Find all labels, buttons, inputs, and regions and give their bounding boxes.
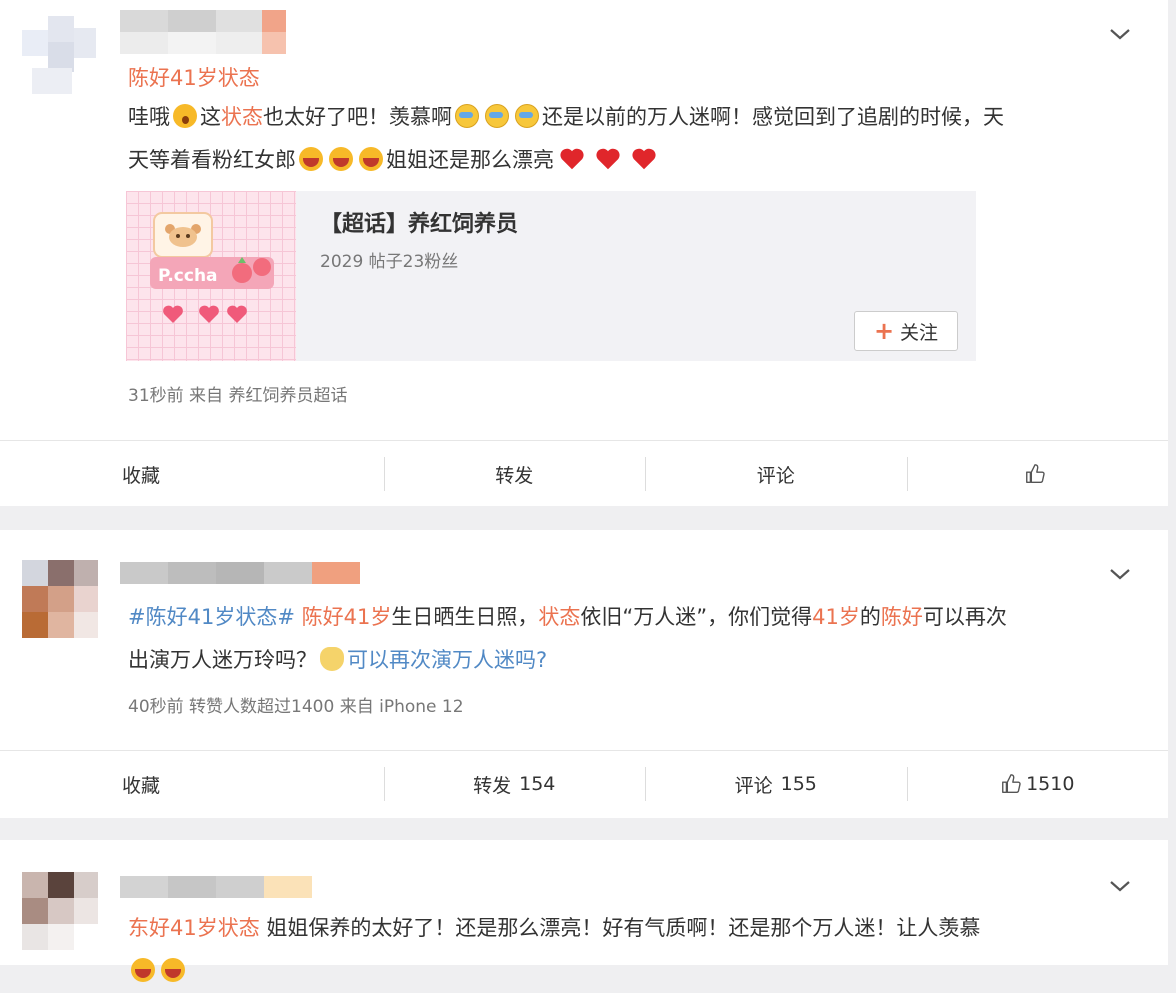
repost-button[interactable]: 转发 — [383, 441, 646, 507]
favorite-label: 收藏 — [122, 774, 161, 797]
user-name[interactable] — [120, 10, 286, 32]
post-card-1: 陈好41岁状态 哇哦 这状态也太好了吧！羡慕啊 还是以前的万人迷啊！感觉回到了追剧的… — [0, 0, 1168, 506]
action-bar: 收藏 转发 154 评论 155 1510 — [0, 750, 1168, 817]
chevron-down-icon[interactable] — [1108, 874, 1132, 898]
doge-emoji-icon — [320, 647, 344, 671]
avatar[interactable] — [22, 560, 98, 648]
action-bar: 收藏 转发 评论 — [0, 440, 1168, 507]
post-text: #陈好41岁状态# 陈好41岁生日晒生日照，状态依旧“万人迷”，你们觉得41岁的… — [128, 605, 1007, 672]
highlight-keyword[interactable]: 状态 — [538, 605, 580, 629]
plus-icon: + — [873, 317, 895, 345]
follow-label: 关注 — [900, 321, 939, 344]
super-topic-card[interactable]: P.ccha 【超话】养红饲养员 2029 帖子23粉丝 + 关注 — [126, 191, 976, 361]
thumbs-up-icon — [1002, 774, 1021, 793]
repost-label: 转发 — [473, 774, 512, 797]
laughing-emoji-icon — [359, 147, 383, 171]
poll-link[interactable]: 可以再次演万人迷吗? — [347, 648, 547, 672]
heart-icon — [560, 148, 584, 170]
repost-button[interactable]: 转发 154 — [383, 751, 646, 817]
comment-button[interactable]: 评论 155 — [645, 751, 907, 817]
repost-count: 154 — [519, 773, 556, 795]
highlight-keyword[interactable]: 陈好41岁 — [302, 605, 392, 629]
user-name[interactable] — [120, 876, 312, 898]
user-name[interactable] — [120, 562, 360, 584]
avatar[interactable] — [22, 8, 98, 96]
comment-label: 评论 — [734, 774, 773, 797]
post-meta: 40秒前 转赞人数超过1400 来自 iPhone 12 — [128, 697, 464, 717]
highlight-keyword[interactable]: 41岁 — [812, 605, 860, 629]
post-text: 哇哦 这状态也太好了吧！羡慕啊 还是以前的万人迷啊！感觉回到了追剧的时候，天 天等着… — [128, 104, 1004, 172]
like-button[interactable]: 1510 — [906, 751, 1169, 817]
laughing-emoji-icon — [161, 958, 185, 982]
post-card-3: 东好41岁状态 姐姐保养的太好了！还是那么漂亮！好有气质啊！还是那个万人迷！让人… — [0, 840, 1168, 982]
comment-button[interactable]: 评论 — [645, 441, 907, 507]
topic-title[interactable]: 【超话】养红饲养员 — [320, 206, 518, 238]
heart-icon — [632, 148, 656, 170]
post-meta: 31秒前 来自 养红饲养员超话 — [128, 386, 348, 406]
topic-cover-image: P.ccha — [126, 191, 296, 361]
thumbs-up-icon — [1026, 464, 1045, 483]
user-name-blur-2 — [120, 32, 286, 54]
chevron-down-icon[interactable] — [1108, 22, 1132, 46]
highlight-keyword[interactable]: 状态 — [221, 105, 263, 129]
favorite-label: 收藏 — [122, 464, 161, 487]
post-card-2: #陈好41岁状态# 陈好41岁生日晒生日照，状态依旧“万人迷”，你们觉得41岁的… — [0, 530, 1168, 818]
follow-button[interactable]: + 关注 — [854, 311, 958, 351]
avatar[interactable] — [22, 872, 98, 960]
heart-icon — [596, 148, 620, 170]
favorite-button[interactable]: 收藏 — [0, 441, 384, 507]
laughing-emoji-icon — [131, 958, 155, 982]
hashtag-link[interactable]: #陈好41岁状态# — [128, 605, 295, 629]
hashtag-link[interactable]: 陈好41岁状态 — [128, 62, 260, 92]
topic-stats: 2029 帖子23粉丝 — [320, 252, 459, 272]
crying-emoji-icon — [485, 104, 509, 128]
crying-emoji-icon — [455, 104, 479, 128]
highlight-keyword[interactable]: 陈好 — [881, 605, 923, 629]
hashtag-link[interactable]: 东好41岁状态 — [128, 916, 260, 940]
laughing-emoji-icon — [329, 147, 353, 171]
crying-emoji-icon — [515, 104, 539, 128]
like-button[interactable] — [906, 441, 1169, 507]
topic-image-text: P.ccha — [158, 266, 218, 286]
repost-label: 转发 — [495, 464, 534, 487]
laughing-emoji-icon — [299, 147, 323, 171]
wow-emoji-icon — [173, 104, 197, 128]
comment-label: 评论 — [756, 464, 795, 487]
like-count: 1510 — [1026, 773, 1075, 795]
favorite-button[interactable]: 收藏 — [0, 751, 384, 817]
post-text: 东好41岁状态 姐姐保养的太好了！还是那么漂亮！好有气质啊！还是那个万人迷！让人… — [128, 907, 980, 993]
comment-count: 155 — [780, 773, 817, 795]
chevron-down-icon[interactable] — [1108, 562, 1132, 586]
